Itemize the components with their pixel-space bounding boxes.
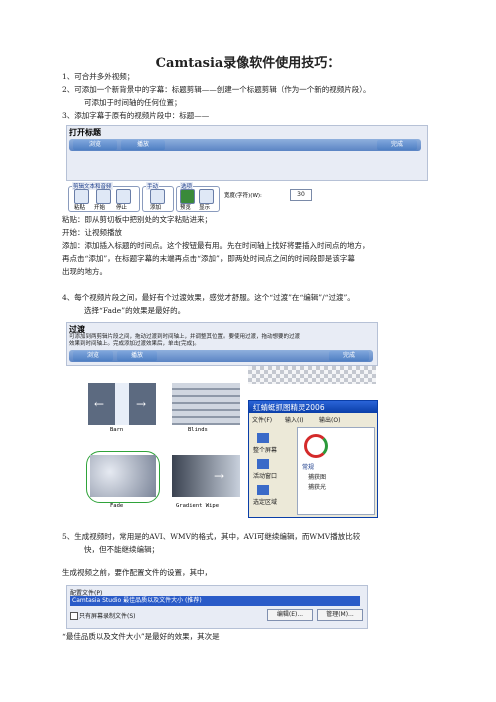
settings-pane: 常规 捕获图 捕获光 — [297, 427, 375, 515]
screen-only-checkbox[interactable] — [70, 612, 78, 620]
paste-icon[interactable] — [74, 189, 89, 204]
blinds-thumbnail[interactable] — [172, 383, 240, 425]
stop-icon[interactable] — [116, 189, 131, 204]
title-ui-controls: 剪辑文本和音频 粘贴 开始 停止 手动 添加 选项 预览 显示 宽度(字符)(W… — [66, 181, 366, 212]
window-title: 红蜻蜓抓图精灵2006 — [253, 403, 325, 412]
para-profile: 生成视频之前，要作配置文件的设置，其中， — [62, 568, 212, 577]
para-paste: 粘贴：即从剪切板中把别处的文字粘贴进来； — [62, 215, 212, 224]
arrow-left-icon: ← — [94, 397, 105, 411]
list-item-1: 1、可合并多外视频； — [62, 72, 135, 81]
barn-thumbnail[interactable]: ← → — [88, 383, 156, 425]
transition-done-button[interactable]: 完成 — [329, 351, 369, 361]
opt1-label: 预览 — [180, 205, 192, 211]
list-item-5-cont: 快，但不能继续编辑； — [84, 545, 159, 554]
checker-pattern — [248, 366, 376, 384]
list-item-5: 5、生成视频时，常用是的AVI、WMV的格式，其中，AVI可继续编辑，而WMV播… — [62, 532, 361, 541]
para-best-quality: “最佳品质以及文件大小”是最好的效果，其次是 — [62, 632, 220, 641]
arrow-right-icon: → — [214, 469, 225, 483]
list-item-2: 2、可添加一个新背景中的字幕：标题剪辑——创建一个标题剪辑（作为一个新的视频片段… — [62, 85, 371, 94]
menu-output[interactable]: 输出(O) — [319, 415, 340, 424]
start-label: 开始 — [94, 205, 106, 211]
fade-caption: Fade — [110, 503, 124, 509]
monitor-icon — [257, 433, 269, 443]
list-item-4: 4、每个视频片段之间，最好有个过渡效果，感觉才舒服。这个“过渡”在“编辑”/“过… — [62, 293, 355, 302]
play-icon[interactable] — [96, 189, 111, 204]
title-ui-screenshot: 打开标题 浏览 播放 完成 — [66, 125, 428, 181]
profile-selected-value: Camtasia Studio 最佳品质以及文件大小 (推荐) — [72, 597, 202, 604]
profile-select[interactable]: Camtasia Studio 最佳品质以及文件大小 (推荐) — [70, 596, 360, 606]
transition-preview-button[interactable]: 播放 — [117, 351, 157, 361]
preview-option-icon[interactable] — [180, 189, 195, 204]
width-input[interactable]: 30 — [290, 189, 312, 201]
transition-desc-2: 效果到时间轴上。完成添加过渡效果后，单击[完成]。 — [69, 341, 200, 347]
list-item-3: 3、添加字幕于原有的视频片段中：标题—— — [62, 111, 210, 120]
doc-title: Camtasia录像软件使用技巧： — [155, 56, 341, 71]
done-button[interactable]: 完成 — [377, 140, 417, 150]
side-fullscreen[interactable]: 整个屏幕 — [253, 445, 277, 454]
settings-general: 常规 — [302, 464, 315, 471]
side-region[interactable]: 选定区域 — [253, 497, 277, 506]
gradient-wipe-thumbnail[interactable]: → — [172, 455, 240, 497]
transition-gallery: ← → Barn Blinds Fade → Gradient Wipe 红蜻蜓… — [66, 366, 378, 518]
barn-caption: Barn — [110, 427, 124, 433]
region-icon — [257, 485, 269, 495]
preview-button[interactable]: 播放 — [121, 140, 165, 150]
stop-label: 停止 — [116, 205, 128, 211]
gradient-wipe-caption: Gradient Wipe — [176, 503, 220, 509]
blinds-caption: Blinds — [188, 427, 208, 433]
side-active-window[interactable]: 活动窗口 — [253, 471, 277, 480]
manage-button[interactable]: 管理(M)... — [317, 609, 363, 621]
capture-tool-window: 红蜻蜓抓图精灵2006 文件(F) 输入(I) 输出(O) 整个屏幕 活动窗口 … — [248, 400, 378, 518]
window-icon — [257, 459, 269, 469]
list-item-2-cont: 可添加于时间轴的任何位置； — [84, 98, 182, 107]
menu-file[interactable]: 文件(F) — [252, 415, 272, 424]
transition-bar — [69, 350, 373, 362]
transition-desc-1: 可添加到两剪辑片段之间，拖动过渡到时间轴上，并调整其位置。要使用过渡，拖动想要的… — [69, 334, 301, 340]
settings-option-1[interactable]: 捕获图 — [308, 472, 326, 481]
profile-ui-screenshot: 配置文件(P) Camtasia Studio 最佳品质以及文件大小 (推荐) … — [66, 585, 368, 629]
checkbox-label: 只有屏幕录制文件(S) — [79, 613, 136, 620]
settings-option-2[interactable]: 捕获光 — [308, 482, 326, 491]
paste-label: 粘贴 — [74, 205, 86, 211]
title-ui-header: 打开标题 — [69, 128, 101, 137]
para-start: 开始：让视频播放 — [62, 228, 122, 237]
para-add-1: 添加：添加插入标题的时间点。这个按钮最有用。先在时间轴上找好将要插入时间点的地方… — [62, 241, 370, 250]
transition-browse-button[interactable]: 浏览 — [73, 351, 113, 361]
menu-input[interactable]: 输入(I) — [285, 415, 303, 424]
edit-button[interactable]: 编辑(E)... — [267, 609, 313, 621]
opt2-label: 显示 — [199, 205, 211, 211]
fade-thumbnail[interactable] — [90, 455, 156, 497]
list-item-4-cont: 选择“Fade”的效果是最好的。 — [84, 306, 186, 315]
width-label: 宽度(字符)(W): — [224, 193, 262, 199]
logo-icon — [304, 434, 328, 458]
arrow-right-icon: → — [136, 397, 147, 411]
display-option-icon[interactable] — [199, 189, 214, 204]
add-icon[interactable] — [150, 189, 165, 204]
para-add-3: 出现的地方。 — [62, 267, 107, 276]
para-add-2: 再点击“添加”，在标题字幕的末端再点击“添加”，即两处时间点之间的时间段即是该字… — [62, 254, 355, 263]
transition-ui-screenshot: 过渡 可添加到两剪辑片段之间，拖动过渡到时间轴上，并调整其位置。要使用过渡，拖动… — [66, 322, 378, 366]
add-label: 添加 — [150, 205, 162, 211]
browse-button[interactable]: 浏览 — [73, 140, 117, 150]
